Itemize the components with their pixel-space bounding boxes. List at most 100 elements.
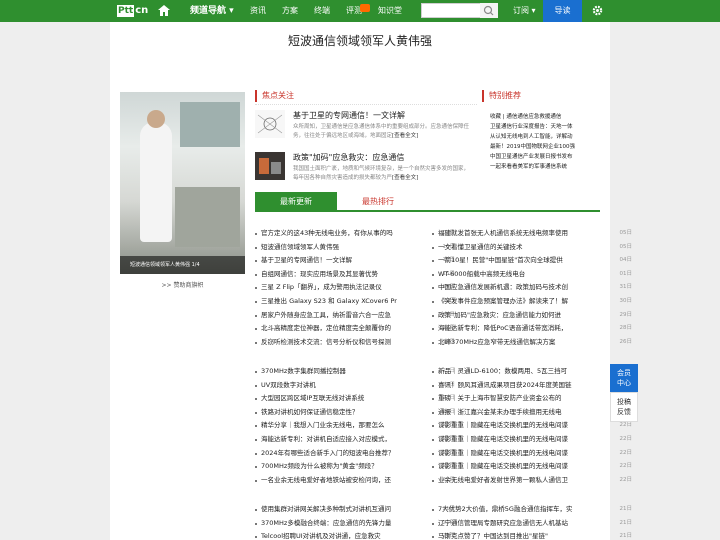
focus-item-title[interactable]: 基于卫星的专网通信！一文详解 [293, 110, 405, 121]
list-item-title[interactable]: 大型园区跨区域IP互联无线对讲系统 [261, 392, 411, 406]
list-item-title[interactable]: 三星推出 Galaxy S23 和 Galaxy XCover6 Pr [261, 295, 411, 309]
list-item-title[interactable]: 中国应急通信发展新机遇：政策加码与技术创 [438, 281, 588, 295]
nav-item-news[interactable]: 资讯 [250, 0, 266, 22]
list-item-title[interactable]: 三星 Z Flip「翻界」，成为警用执法记录仪 [261, 281, 411, 295]
list-item-title[interactable]: 官方定义的这43种无线电业务，有你从事的吗 [261, 227, 411, 241]
list-item-title[interactable]: 重磅｜关于上海市智慧安防产业资金公布的 [438, 392, 588, 406]
list-item-title[interactable]: 北峰370MHz应急窄带无线通信解决方案 [438, 336, 588, 350]
list-item[interactable]: 喜讯！颐风耳通讯成果项目获2024年度美国链22日 [432, 379, 632, 393]
tab-hot[interactable]: 最热排行 [337, 192, 419, 212]
list-item[interactable]: 自组网通信：现实应用场景及其显著优势 15日 [255, 268, 455, 282]
list-item[interactable]: 基于卫星的专网通信！一文详解 16日 [255, 254, 455, 268]
list-item[interactable]: 谍影重重｜隐藏在电话交换机里的无线电间谍 22日 [432, 433, 632, 447]
list-item-title[interactable]: 业余无线电爱好者发射世界第一颗私人通信卫 [438, 474, 588, 488]
list-item-title[interactable]: 政策"加码"应急救灾：应急通信能力如何进 [438, 309, 588, 323]
read-more-link[interactable]: [查看全文] [392, 175, 418, 181]
nav-item-solutions[interactable]: 方案 [282, 0, 298, 22]
list-item-title[interactable]: 2024年有哪些适合新手入门的短波电台推荐？ [261, 447, 411, 461]
list-item[interactable]: 7大优势2大价值，鼎桥5G融合通信指挥车，实 21日 [432, 503, 632, 517]
list-item[interactable]: 一起来看看美军的军事通信系统 [490, 162, 605, 172]
home-icon[interactable] [158, 5, 170, 16]
list-item-title[interactable]: 自组网通信：现实应用场景及其显著优势 [261, 268, 411, 282]
list-item[interactable]: 使用集群对讲网关解决多种制式对讲机互通问 21日 [255, 503, 455, 517]
nav-item-terminals[interactable]: 终端 [314, 0, 330, 22]
nav-item-knowledge[interactable]: 知识堂 [378, 0, 402, 22]
list-item[interactable]: 一文看懂卫星通信的关键技术 05日 [432, 241, 632, 255]
focus-thumb-2[interactable] [255, 152, 285, 180]
list-item-title[interactable]: 新品｜灵通LD-6100：数模两用、5瓦三挡可 [438, 365, 588, 379]
list-item-title[interactable]: 喜讯！颐风耳通讯成果项目获2024年度美国链 [438, 379, 588, 393]
list-item-title[interactable]: 370MHz数字集群同播控制器 [261, 365, 411, 379]
focus-item-title[interactable]: 政策"加码"应急救灾：应急通信 [293, 152, 404, 163]
subscribe-dropdown[interactable]: 订阅 ▾ [513, 0, 536, 22]
list-item[interactable]: 通报｜浙江嘉兴金某未办理手续擅用无线电22日 [432, 406, 632, 420]
list-item[interactable]: 中国卫星通信产业发展日报书发布 [490, 152, 605, 162]
list-item[interactable]: 反窃听检测技术交流：信号分析仪和信号探测 11日 [255, 336, 455, 350]
channel-nav-dropdown[interactable]: 频道导航 ▾ [190, 0, 234, 22]
list-item-title[interactable]: 通报｜浙江嘉兴金某未办理手续擅用无线电 [438, 406, 588, 420]
list-item[interactable]: 从认知无线电到人工智能，详解动 [490, 132, 605, 142]
list-item[interactable]: 政策"加码"应急救灾：应急通信能力如何进 29日 [432, 309, 632, 323]
list-item[interactable]: 谍影重重｜隐藏在电话交换机里的无线电间谍 22日 [432, 460, 632, 474]
list-item[interactable]: 370MHz多模融合终端：应急通信的先锋力量 21日 [255, 517, 455, 531]
list-item[interactable]: WT-6000船载中高频无线电台 01日 [432, 268, 632, 282]
list-item-title[interactable]: 精华分享｜我想入门业余无线电，那要怎么 [261, 419, 411, 433]
list-item[interactable]: UV双段数字对讲机 23日 [255, 379, 455, 393]
feedback-button[interactable]: 投稿 反馈 [610, 392, 638, 422]
list-item-title[interactable]: 福建就发首张无人机通信系统无线电频率使用 [438, 227, 588, 241]
list-item[interactable]: 重磅｜关于上海市智慧安防产业资金公布的22日 [432, 392, 632, 406]
list-item-title[interactable]: 马斯克点赞了？中国达到目推出"星链" [438, 530, 588, 540]
list-item[interactable]: 海能达新专利：对讲机自适应接入对应模式， 22日 [255, 433, 455, 447]
member-center-button[interactable]: 会员 中心 [610, 364, 638, 392]
list-item-title[interactable]: 700MHz频段为什么被称为"黄金"频段？ [261, 460, 411, 474]
list-item[interactable]: 马斯克点赞了？中国达到目推出"星链" 21日 [432, 530, 632, 540]
list-item-title[interactable]: 使用集群对讲网关解决多种制式对讲机互通问 [261, 503, 411, 517]
list-item-title[interactable]: Telcool招聘UI对讲机及对讲通，应急救灾 [261, 530, 411, 540]
list-item[interactable]: 居家户外随身应急工具，纳祈雷音六合一应急 13日 [255, 309, 455, 323]
list-item[interactable]: 业余无线电爱好者发射世界第一颗私人通信卫 22日 [432, 474, 632, 488]
list-item[interactable]: 一名业余无线电爱好者地铁站被安检问询，还 22日 [255, 474, 455, 488]
featured-photo[interactable]: 短波通信领域领军人黄伟强 1/4 [120, 92, 245, 274]
list-item-title[interactable]: 辽宁通信管理局专题研究应急通信无人机基站 [438, 517, 588, 531]
list-item[interactable]: 收藏 | 通信通信应急救援通信 [490, 112, 605, 122]
guide-button[interactable]: 导读 [543, 0, 582, 22]
list-item-title[interactable]: 铁路对讲机如何保证通信稳定性？ [261, 406, 411, 420]
list-item-title[interactable]: 海能达新专利：对讲机自适应接入对应模式， [261, 433, 411, 447]
list-item[interactable]: 卫星通信行业深度报告：天地一体 [490, 122, 605, 132]
search-button[interactable] [480, 3, 498, 18]
list-item-title[interactable]: WT-6000船载中高频无线电台 [438, 268, 588, 282]
list-item[interactable]: Telcool招聘UI对讲机及对讲通，应急救灾 21日 [255, 530, 455, 540]
read-more-link[interactable]: [查看全文] [392, 133, 418, 139]
site-logo[interactable]: Ptt cn [117, 3, 149, 18]
sponsor-link[interactable]: >> 赞助商旗帜 [120, 280, 245, 289]
list-item[interactable]: 一箭10星！民营"中国星链"首次向全球提供 04日 [432, 254, 632, 268]
list-item[interactable]: 2024年有哪些适合新手入门的短波电台推荐？ 22日 [255, 447, 455, 461]
list-item-title[interactable]: 反窃听检测技术交流：信号分析仪和信号探测 [261, 336, 411, 350]
list-item-title[interactable]: 居家户外随身应急工具，纳祈雷音六合一应急 [261, 309, 411, 323]
list-item[interactable]: 海能达新专利：降低PoC语音通话带宽消耗， 28日 [432, 322, 632, 336]
list-item-title[interactable]: 7大优势2大价值，鼎桥5G融合通信指挥车，实 [438, 503, 588, 517]
list-item-title[interactable]: 一箭10星！民营"中国星链"首次向全球提供 [438, 254, 588, 268]
list-item-title[interactable]: 谍影重重｜隐藏在电话交换机里的无线电间谍 [438, 460, 588, 474]
list-item-title[interactable]: 370MHz多模融合终端：应急通信的先锋力量 [261, 517, 411, 531]
tab-latest[interactable]: 最新更新 [255, 192, 337, 212]
list-item[interactable]: 铁路对讲机如何保证通信稳定性？ 22日 [255, 406, 455, 420]
list-item-title[interactable]: 一文看懂卫星通信的关键技术 [438, 241, 588, 255]
list-item[interactable]: 最新！2019中国物联网企业100强 [490, 142, 605, 152]
list-item-title[interactable]: 谍影重重｜隐藏在电话交换机里的无线电间谍 [438, 419, 588, 433]
list-item-title[interactable]: 一名业余无线电爱好者地铁站被安检问询，还 [261, 474, 411, 488]
list-item[interactable]: 谍影重重｜隐藏在电话交换机里的无线电间谍 22日 [432, 419, 632, 433]
list-item[interactable]: 谍影重重｜隐藏在电话交换机里的无线电间谍 22日 [432, 447, 632, 461]
list-item-title[interactable]: UV双段数字对讲机 [261, 379, 411, 393]
gear-icon[interactable] [592, 5, 603, 16]
list-item-title[interactable]: 短波通信领域领军人黄伟强 [261, 241, 411, 255]
list-item[interactable]: 三星推出 Galaxy S23 和 Galaxy XCover6 Pr 14日 [255, 295, 455, 309]
list-item[interactable]: 短波通信领域领军人黄伟强 16日 [255, 241, 455, 255]
list-item-title[interactable]: 《突发事件应急预案管理办法》解读来了！解 [438, 295, 588, 309]
list-item[interactable]: 新品｜灵通LD-6100：数模两用、5瓦三挡可22日 [432, 365, 632, 379]
list-item[interactable]: 三星 Z Flip「翻界」，成为警用执法记录仪 15日 [255, 281, 455, 295]
list-item[interactable]: 辽宁通信管理局专题研究应急通信无人机基站 21日 [432, 517, 632, 531]
list-item-title[interactable]: 谍影重重｜隐藏在电话交换机里的无线电间谍 [438, 447, 588, 461]
list-item[interactable]: 官方定义的这43种无线电业务，有你从事的吗 07日 [255, 227, 455, 241]
list-item[interactable]: 370MHz数字集群同播控制器 23日 [255, 365, 455, 379]
